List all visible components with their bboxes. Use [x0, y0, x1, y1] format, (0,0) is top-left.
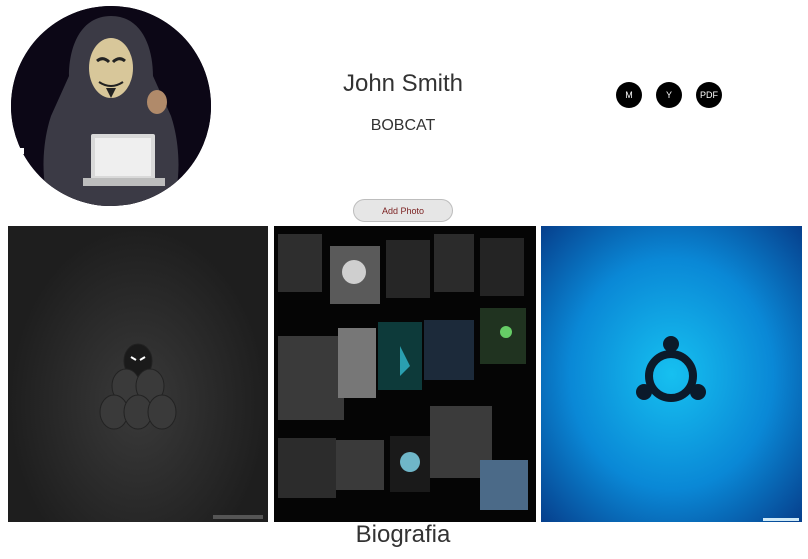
pdf-icon: PDF: [700, 90, 718, 100]
avatar: [11, 6, 211, 206]
social-button-y[interactable]: Y: [656, 82, 682, 108]
social-button-m[interactable]: M: [616, 82, 642, 108]
hacker-avatar-image: [11, 6, 211, 206]
social-button-pdf[interactable]: PDF: [696, 82, 722, 108]
add-photo-button[interactable]: Add Photo: [353, 199, 453, 222]
gallery-slide-1[interactable]: [8, 226, 268, 522]
ubuntu-logo-image: [636, 336, 799, 521]
arrow-right-icon[interactable]: [779, 140, 801, 162]
gallery-slide-2[interactable]: [274, 226, 536, 522]
biography-heading: Biografia: [355, 521, 451, 548]
android-collage-image: [278, 234, 528, 510]
profile-name: John Smith: [342, 70, 464, 97]
photo-gallery: [8, 226, 802, 522]
arrow-left-icon[interactable]: [4, 140, 26, 162]
dark-masks-image: [99, 343, 263, 519]
profile-subtitle: BOBCAT: [370, 117, 436, 134]
m-icon: M: [625, 90, 633, 100]
gallery-slide-3[interactable]: [541, 226, 802, 522]
y-icon: Y: [665, 90, 672, 100]
